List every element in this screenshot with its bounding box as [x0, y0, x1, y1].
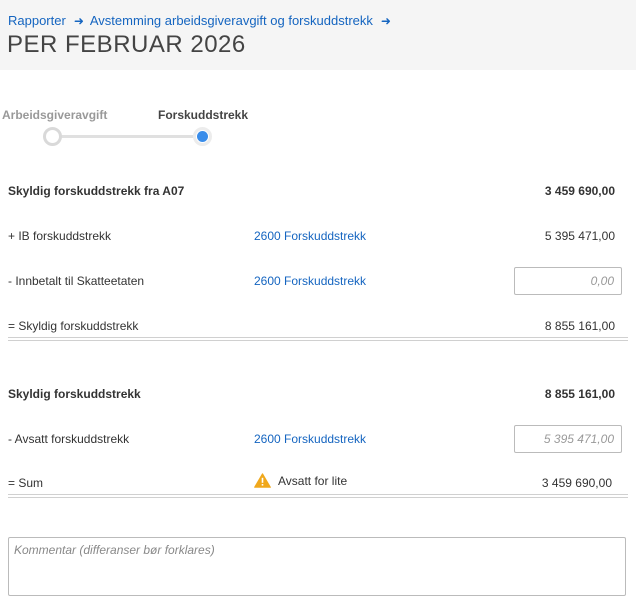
- warning-message: Avsatt for lite: [254, 473, 348, 489]
- section2-header-row: Skyldig forskuddstrekk 8 855 161,00: [0, 384, 636, 404]
- sum-label: = Sum: [8, 476, 44, 490]
- breadcrumb-item-rapporter[interactable]: Rapporter: [8, 13, 66, 28]
- reserved-label: - Avsatt forskuddstrekk: [8, 432, 130, 446]
- owed-label: = Skyldig forskuddstrekk: [8, 319, 139, 333]
- stepper-line: [60, 135, 200, 138]
- arrow-right-icon: ➜: [73, 14, 84, 28]
- ib-row: + IB forskuddstrekk 2600 Forskuddstrekk …: [0, 226, 636, 246]
- reserved-amount-input[interactable]: [514, 425, 622, 453]
- section2-total-rule: [8, 494, 628, 498]
- step-label-forskuddstrekk[interactable]: Forskuddstrekk: [158, 108, 248, 122]
- section1-header-amount: 3 459 690,00: [544, 184, 615, 198]
- warning-text: Avsatt for lite: [278, 473, 348, 488]
- section1-header-label: Skyldig forskuddstrekk fra A07: [8, 184, 185, 198]
- owed-amount: 8 855 161,00: [544, 319, 615, 333]
- step-dot-forskuddstrekk[interactable]: [193, 127, 212, 146]
- breadcrumb: Rapporter ➜ Avstemming arbeidsgiveravgift …: [8, 13, 397, 28]
- ib-account-link[interactable]: 2600 Forskuddstrekk: [254, 229, 366, 243]
- step-dot-arbeidsgiveravgift[interactable]: [43, 127, 62, 146]
- section2-header-label: Skyldig forskuddstrekk: [8, 387, 141, 401]
- comment-field[interactable]: [8, 537, 626, 596]
- section1-header-row: Skyldig forskuddstrekk fra A07 3 459 690…: [0, 181, 636, 201]
- section1-total-rule: [8, 337, 628, 341]
- sum-row: = Sum Avsatt for lite 3 459 690,00: [0, 473, 636, 493]
- section2-header-amount: 8 855 161,00: [544, 387, 615, 401]
- stepper: Arbeidsgiveravgift Forskuddstrekk: [0, 100, 300, 150]
- breadcrumb-item-avstemming[interactable]: Avstemming arbeidsgiveravgift og forskud…: [90, 13, 373, 28]
- sum-amount: 3 459 690,00: [541, 476, 612, 490]
- page-header: Rapporter ➜ Avstemming arbeidsgiveravgift …: [0, 0, 636, 70]
- ib-amount: 5 395 471,00: [544, 229, 615, 243]
- warning-icon: [254, 473, 271, 489]
- paid-label: - Innbetalt til Skatteetaten: [8, 274, 145, 288]
- reserved-account-link[interactable]: 2600 Forskuddstrekk: [254, 432, 366, 446]
- ib-label: + IB forskuddstrekk: [8, 229, 112, 243]
- owed-row: = Skyldig forskuddstrekk 8 855 161,00: [0, 316, 636, 336]
- page-title: PER FEBRUAR 2026: [7, 31, 246, 58]
- step-label-arbeidsgiveravgift[interactable]: Arbeidsgiveravgift: [2, 108, 107, 122]
- paid-amount-input[interactable]: [514, 267, 622, 295]
- arrow-right-icon: ➜: [380, 14, 391, 28]
- paid-account-link[interactable]: 2600 Forskuddstrekk: [254, 274, 366, 288]
